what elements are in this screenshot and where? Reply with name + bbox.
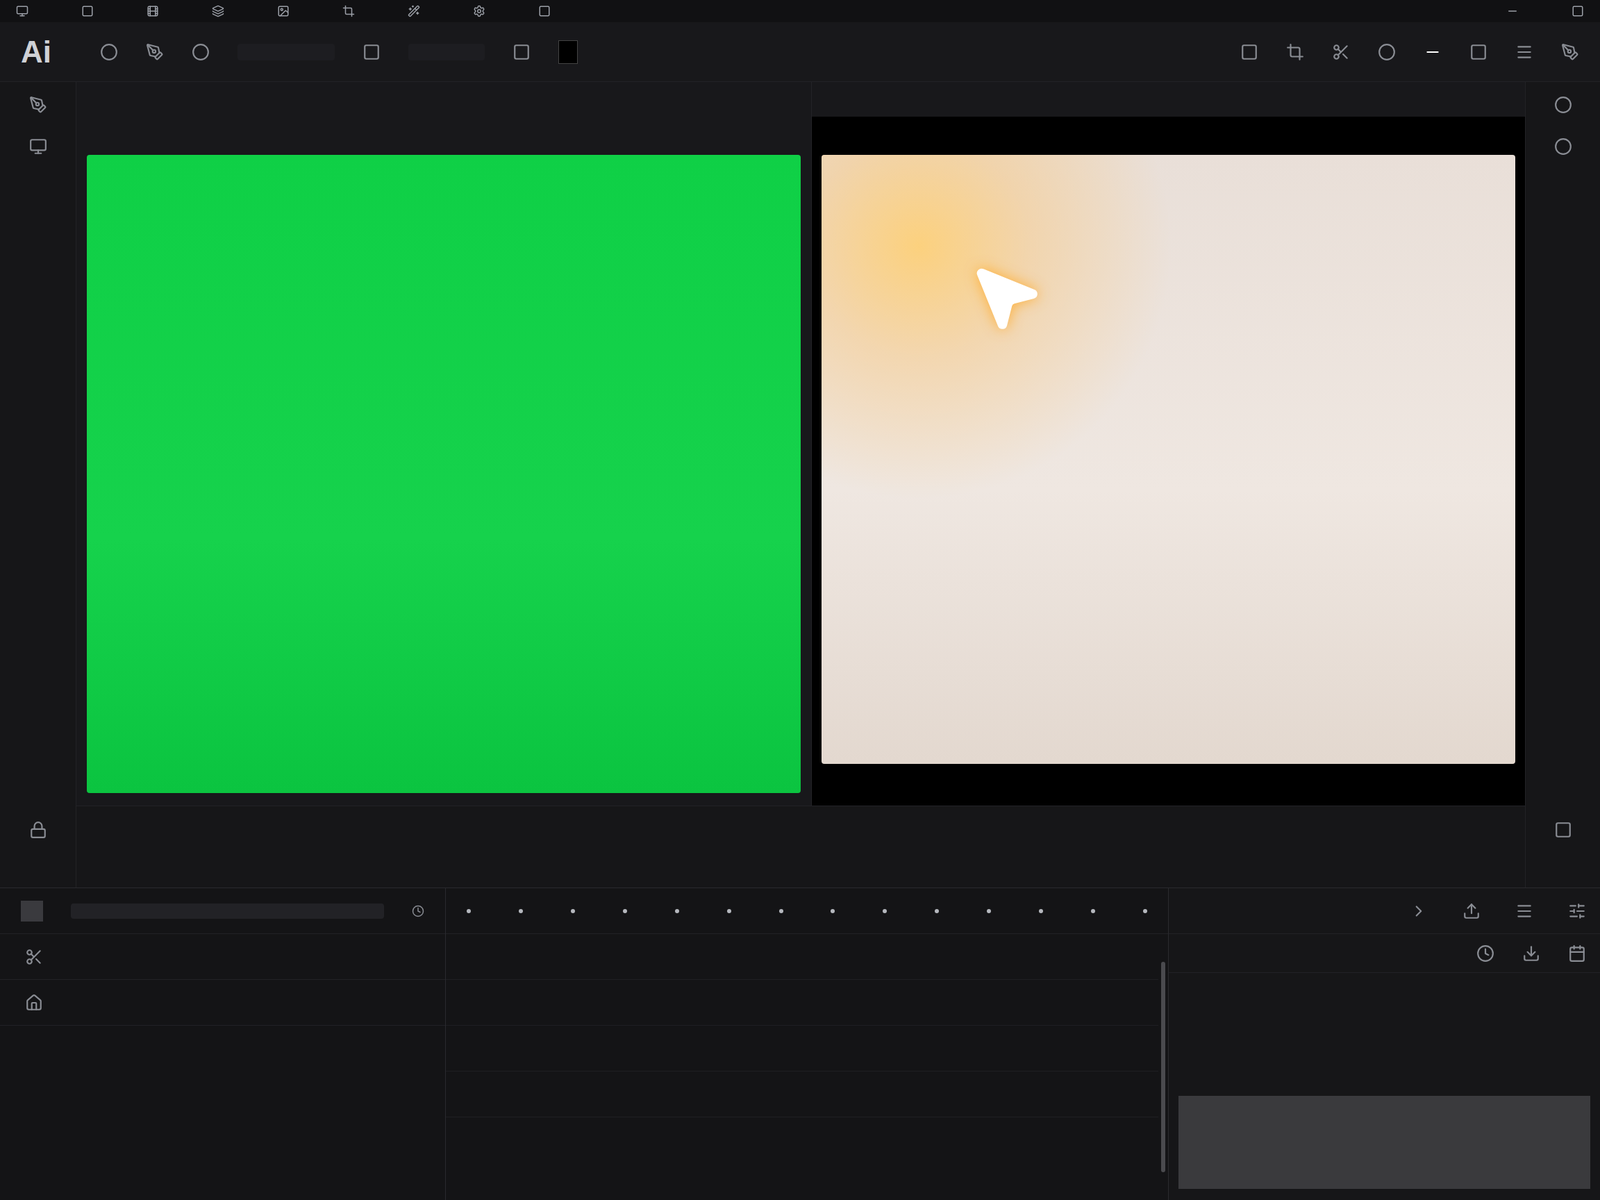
viewer-footer <box>76 805 1525 888</box>
ruler-tick <box>934 909 939 914</box>
speed-icon[interactable] <box>1476 944 1495 963</box>
calendar-icon[interactable] <box>1568 944 1587 963</box>
ruler-tick <box>622 909 628 914</box>
layers-button[interactable] <box>202 0 234 22</box>
brush-icon[interactable] <box>29 95 48 114</box>
image-icon <box>277 4 290 18</box>
fill-tool-icon[interactable] <box>512 43 531 62</box>
list-icon[interactable] <box>1515 902 1534 921</box>
clock-icon[interactable] <box>411 904 425 918</box>
toolbar: Ai <box>0 22 1600 82</box>
letterbox-top <box>811 116 1526 155</box>
cut-icon[interactable] <box>1331 43 1350 62</box>
ruler-tick <box>830 909 835 914</box>
play-icon[interactable] <box>1409 902 1428 921</box>
preview-icon[interactable] <box>29 137 48 156</box>
maximize-icon <box>1571 4 1585 18</box>
timeline-ruler <box>445 888 1169 935</box>
timeline-scrollbar[interactable] <box>1158 934 1169 1200</box>
program-monitor <box>811 81 1526 806</box>
home-icon[interactable] <box>25 993 44 1012</box>
import-icon[interactable] <box>1522 944 1541 963</box>
line-icon[interactable] <box>1423 43 1442 62</box>
ruler-tick <box>570 909 575 914</box>
workspace <box>0 81 1600 888</box>
tool-slot <box>237 43 335 61</box>
menu-icon[interactable] <box>1515 43 1534 62</box>
media-icon <box>146 4 160 18</box>
timeline <box>445 888 1169 1200</box>
left-sidebar <box>0 81 77 888</box>
crop-icon <box>342 4 355 18</box>
media-button[interactable] <box>137 0 169 22</box>
info-icon[interactable] <box>1554 820 1573 839</box>
effects-icon <box>407 4 421 18</box>
pen-tool-icon[interactable] <box>145 43 164 62</box>
audio-icon[interactable] <box>1554 137 1573 156</box>
color-icon[interactable] <box>1554 95 1573 114</box>
inspector-block <box>1178 1095 1591 1189</box>
minimize-icon <box>1506 4 1519 18</box>
ruler-tick <box>779 909 784 914</box>
right-sidebar <box>1525 81 1600 888</box>
window-icon <box>15 4 29 18</box>
thumbnail-box <box>20 900 44 922</box>
export-icon[interactable] <box>1462 902 1481 921</box>
settings-button[interactable] <box>463 0 495 22</box>
crop-icon[interactable] <box>1286 43 1305 62</box>
composited-frame <box>821 154 1516 764</box>
settings-icon <box>472 4 486 18</box>
export-button[interactable] <box>529 0 560 22</box>
scissors-icon[interactable] <box>25 947 44 966</box>
search-bar[interactable] <box>70 903 385 919</box>
minimize-button[interactable] <box>1497 0 1528 22</box>
viewer <box>76 81 1525 888</box>
ruler-tick <box>518 909 523 914</box>
lock-icon[interactable] <box>29 820 48 839</box>
color-swatch[interactable] <box>558 40 578 64</box>
select-icon[interactable] <box>1240 43 1259 62</box>
effects-button[interactable] <box>398 0 430 22</box>
project-panel <box>0 888 446 1200</box>
window-button[interactable] <box>6 0 38 22</box>
source-monitor <box>76 81 812 806</box>
draw-icon[interactable] <box>1561 43 1580 62</box>
cursor-icon <box>967 259 1044 336</box>
menu-bar <box>0 0 1600 23</box>
app-logo: Ai <box>20 36 73 68</box>
record-tool-icon[interactable] <box>191 43 210 62</box>
maximize-button[interactable] <box>1562 0 1594 22</box>
sparkle-effect <box>821 154 1516 764</box>
ruler-tick <box>1090 909 1096 914</box>
panel-icon <box>81 4 94 18</box>
adjust-icon[interactable] <box>1568 902 1587 921</box>
letterbox-bottom <box>811 763 1526 806</box>
mask-icon[interactable] <box>1377 43 1396 62</box>
tool-slot <box>408 43 485 61</box>
ruler-tick <box>675 909 680 914</box>
layers-icon <box>211 4 225 18</box>
green-screen-frame <box>86 154 801 794</box>
panel-button[interactable] <box>72 0 103 22</box>
video-editor: Ai <box>0 0 1600 1200</box>
ruler-tick <box>1038 909 1044 914</box>
frame-icon[interactable] <box>1469 43 1488 62</box>
circle-tool-icon[interactable] <box>100 43 119 62</box>
bottom-panel <box>0 887 1600 1200</box>
crop-button[interactable] <box>333 0 364 22</box>
inspector-panel <box>1168 888 1600 1200</box>
ruler-tick <box>986 909 991 914</box>
shape-tool-icon[interactable] <box>362 43 381 62</box>
ruler-tick <box>882 909 887 914</box>
ruler-tick <box>466 909 471 914</box>
ruler-tick <box>727 909 732 914</box>
ruler-tick <box>1143 909 1148 914</box>
export-icon <box>538 4 551 18</box>
image-button[interactable] <box>268 0 299 22</box>
